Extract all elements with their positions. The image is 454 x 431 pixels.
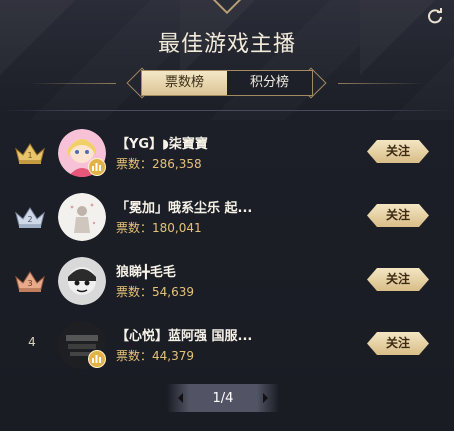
tab-bar: 票数榜 积分榜: [0, 67, 454, 99]
next-page-button[interactable]: [255, 388, 275, 408]
vote-count: 票数：286,358: [116, 157, 202, 171]
crown-gold-icon: 1: [14, 141, 46, 165]
live-badge-icon: [88, 350, 106, 368]
follow-button[interactable]: 关注: [367, 140, 429, 163]
chevron-right-icon: [263, 393, 268, 403]
refresh-icon-svg: [428, 8, 442, 24]
leaderboard-panel: 最佳游戏主播 票数榜 积分榜 1 【YG】◗柒寶寶 票数：286,358 关注 …: [0, 0, 454, 431]
vote-count: 票数：44,379: [116, 349, 194, 363]
tabs: 票数榜 积分榜: [141, 70, 313, 96]
list-item[interactable]: 1 【YG】◗柒寶寶 票数：286,358 关注: [0, 123, 454, 183]
streamer-name: 狼睇╋毛毛: [116, 265, 176, 280]
vote-count: 票数：180,041: [116, 221, 202, 235]
rank-number-2: 2: [27, 215, 32, 224]
crown-silver-icon: 2: [14, 205, 46, 229]
list-item[interactable]: 2 「冕加」哦系尘乐 起... 票数：180,041 关注: [0, 187, 454, 247]
chevron-left-icon: [178, 393, 183, 403]
vote-count: 票数：54,639: [116, 285, 194, 299]
live-badge-icon: [88, 158, 106, 176]
rank-number: 4: [28, 335, 36, 349]
top-notch-decoration: [212, 0, 242, 15]
follow-button[interactable]: 关注: [367, 204, 429, 227]
streamer-list: 1 【YG】◗柒寶寶 票数：286,358 关注 2 「冕加」哦系尘乐 起...…: [0, 123, 454, 379]
streamer-name: 「冕加」哦系尘乐 起...: [116, 201, 253, 216]
pagination: 1/4: [167, 384, 279, 412]
avatar[interactable]: [58, 257, 106, 305]
crown-bronze-icon: 3: [14, 269, 46, 293]
page-indicator: 1/4: [212, 390, 234, 406]
rank-number-1: 1: [27, 151, 32, 160]
list-item[interactable]: 4 【心悦】蓝阿强 国服... 票数：44,379 关注: [0, 315, 454, 375]
follow-button[interactable]: 关注: [367, 268, 429, 291]
follow-button[interactable]: 关注: [367, 332, 429, 355]
tab-bar-left-line: [28, 83, 116, 84]
tab-points[interactable]: 积分榜: [227, 71, 312, 95]
header-divider: [0, 110, 454, 111]
list-item[interactable]: 3 狼睇╋毛毛 票数：54,639 关注: [0, 251, 454, 311]
tab-votes[interactable]: 票数榜: [142, 71, 227, 95]
tab-bar-right-line: [338, 83, 426, 84]
prev-page-button[interactable]: [171, 388, 191, 408]
streamer-name: 【心悦】蓝阿强 国服...: [116, 329, 253, 344]
rank-number-3: 3: [27, 279, 32, 288]
streamer-name: 【YG】◗柒寶寶: [116, 137, 208, 152]
page-title: 最佳游戏主播: [157, 32, 296, 57]
refresh-icon[interactable]: [426, 7, 444, 25]
avatar[interactable]: [58, 193, 106, 241]
